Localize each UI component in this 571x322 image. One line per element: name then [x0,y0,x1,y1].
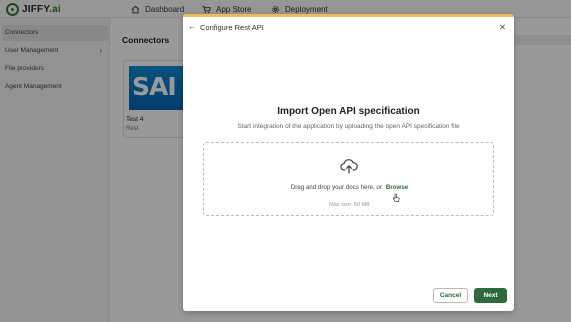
dropzone-text: Drag and drop your docs here, or Browse [204,184,495,191]
modal-title: Configure Rest API [200,23,264,32]
file-dropzone[interactable]: Drag and drop your docs here, or Browse M… [203,142,494,216]
arrow-left-icon[interactable]: ← [188,22,196,32]
configure-rest-api-modal: ← Configure Rest API ✕ Import Open API s… [183,14,514,311]
import-subheading: Start integration of the application by … [237,123,460,130]
import-heading: Import Open API specification [277,106,420,117]
close-icon[interactable]: ✕ [499,22,506,32]
cancel-button[interactable]: Cancel [433,288,468,303]
next-button[interactable]: Next [474,288,507,303]
max-size-hint: Max size: 50 MB [329,202,370,208]
cloud-upload-icon [340,157,358,175]
app-root: JIFFY.ai Dashboard App Store Deployment … [0,0,571,322]
hand-cursor-icon [392,190,400,202]
dropzone-instructions: Drag and drop your docs here, or [290,184,382,191]
